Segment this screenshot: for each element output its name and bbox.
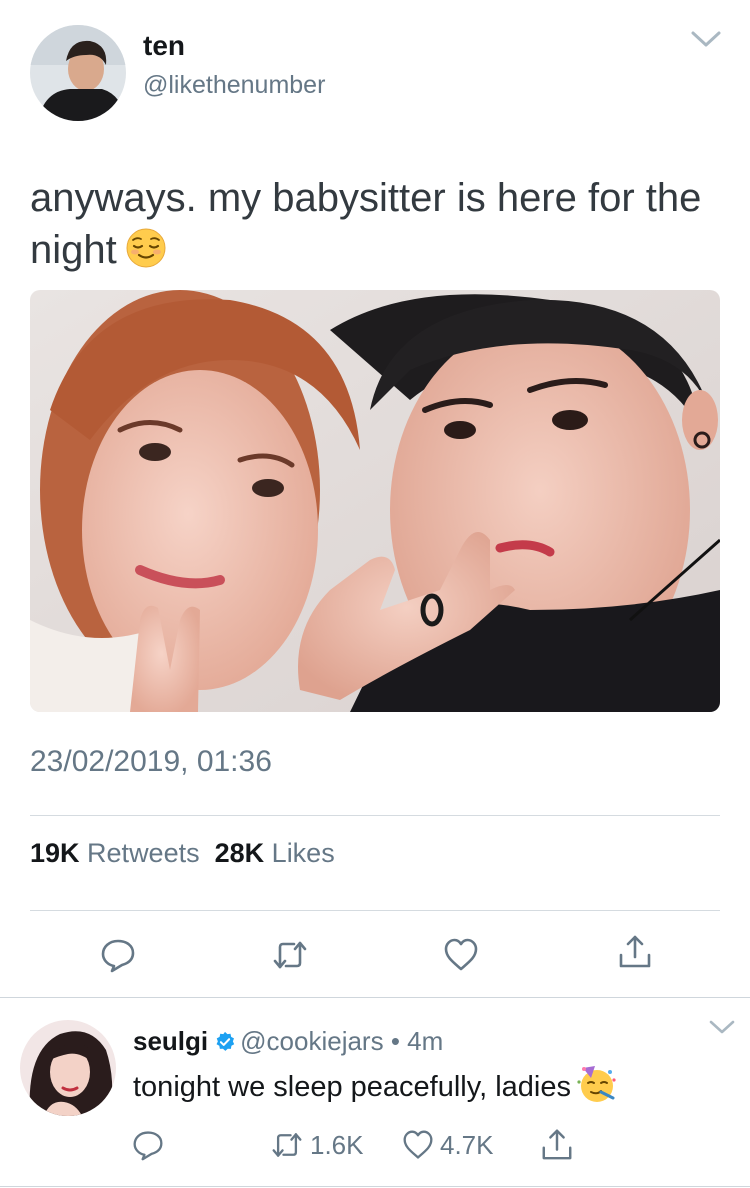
heart-icon [444,938,478,971]
reply-retweet-count: 1.6K [310,1129,364,1160]
reply-like-count: 4.7K [440,1129,494,1160]
reply-display-name[interactable]: seulgi [133,1026,208,1056]
divider [30,815,720,816]
retweets-count: 19K [30,838,80,868]
author-display-name[interactable]: ten [143,30,185,62]
retweet-icon [273,941,307,969]
reply-separator [0,997,750,998]
author-avatar-image [30,25,126,121]
reply-text: tonight we sleep peacefully, ladies [133,1064,617,1104]
relieved-face-emoji-icon [126,228,166,268]
author-handle[interactable]: @likethenumber [143,71,325,100]
chevron-down-icon[interactable] [708,1018,736,1036]
heart-icon [403,1130,433,1159]
like-button[interactable] [443,937,479,973]
retweet-icon [272,1133,302,1157]
reply-button[interactable] [100,937,136,973]
author-avatar[interactable] [30,25,126,121]
share-icon [619,935,651,968]
reply-author-avatar-image [20,1020,116,1116]
reply-header: seulgi @cookiejars • 4m [133,1026,443,1057]
reply-meta-separator: • [390,1026,400,1056]
chevron-down-icon[interactable] [690,28,722,50]
share-button[interactable] [617,933,653,969]
likes-label: Likes [271,838,335,868]
tweet-stats: 19K Retweets 28K Likes [30,838,335,869]
reply-icon [133,1131,163,1161]
reply-reply-button[interactable] [132,1129,164,1163]
reply-share-button[interactable] [540,1127,574,1161]
likes-stat[interactable]: 28K Likes [215,838,335,868]
partying-face-emoji-icon [577,1066,616,1102]
tweet-text: anyways. my babysitter is here for the n… [30,172,710,276]
divider [30,910,720,911]
reply-retweet-button[interactable]: 1.6K [270,1129,364,1163]
reply-handle[interactable]: @cookiejars [240,1026,383,1056]
reply-time[interactable]: 4m [407,1026,443,1056]
reply-icon [101,939,135,973]
retweet-button[interactable] [272,937,308,973]
reply-author-avatar[interactable] [20,1020,116,1116]
tweet-photo[interactable] [30,290,720,712]
reply-text-content: tonight we sleep peacefully, ladies [133,1071,571,1103]
verified-badge-icon [216,1031,235,1051]
bottom-separator [0,1186,750,1187]
retweets-stat[interactable]: 19K Retweets [30,838,200,868]
retweets-label: Retweets [87,838,200,868]
tweet-timestamp[interactable]: 23/02/2019, 01:36 [30,745,272,779]
likes-count: 28K [214,838,265,868]
reply-like-button[interactable]: 4.7K [402,1129,494,1163]
tweet-photo-image [30,290,720,712]
share-icon [542,1129,572,1160]
